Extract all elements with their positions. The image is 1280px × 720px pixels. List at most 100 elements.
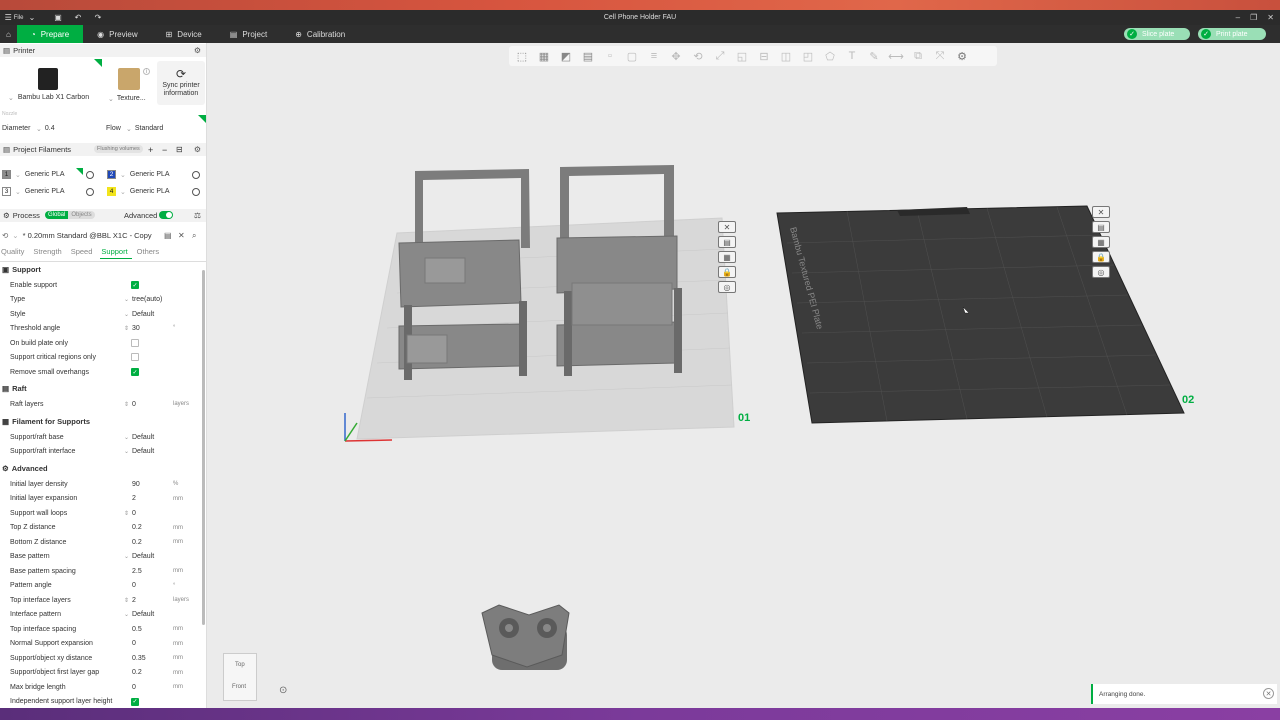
filament-item[interactable]: 4 ⌄ Generic PLA (107, 186, 170, 197)
plate-select[interactable]: ⌄ Texture... (108, 95, 146, 103)
chevron-down-icon[interactable]: ⌄ (26, 10, 38, 25)
holder-model-left[interactable] (398, 169, 530, 380)
tab-device[interactable]: ⊞ Device (152, 25, 216, 43)
3d-viewport[interactable]: ⬚ ▦ ◩ ▤ ▫ ▢ ≡ ✥ ⟲ ⤢ ◱ ⊟ ◫ ◰ ⬠ T ✎ ⟷ ⧉ ⤧ … (207, 43, 1280, 708)
slice-plate-button[interactable]: ✓ Slice plate (1124, 28, 1190, 40)
remove-small-overhangs-checkbox[interactable]: ✓ (131, 368, 139, 376)
orient-plate-icon[interactable]: ▦ (718, 251, 736, 263)
advanced-setting-input[interactable]: 0 (122, 508, 182, 519)
settings-panel: ▤ Printer ⚙ ⌄ Bambu Lab X1 Carbon i ⌄ Textur… (0, 43, 207, 708)
advanced-setting-input[interactable]: Default (122, 609, 182, 620)
filament-edit-icon[interactable] (86, 188, 94, 196)
advanced-toggle[interactable] (159, 211, 173, 219)
zoom-to-fit-icon[interactable]: ⊙ (279, 685, 287, 696)
maximize-icon[interactable]: ❐ (1250, 13, 1257, 22)
home-icon[interactable]: ⌂ (0, 25, 17, 43)
filaments-header: ▤ Project Filaments Flushing volumes + − … (0, 143, 206, 156)
chevron-down-icon: ⌄ (120, 171, 126, 179)
filament-edit-icon[interactable] (192, 188, 200, 196)
tab-quality[interactable]: Quality (0, 247, 28, 259)
file-menu[interactable]: ☰ File (2, 10, 26, 25)
chevron-down-icon: ⌄ (108, 96, 114, 103)
build-plate-only-checkbox[interactable] (131, 339, 139, 347)
undo-icon[interactable]: ↶ (68, 10, 88, 25)
desktop-top-strip (0, 0, 1280, 10)
plate-1-label[interactable]: 01 (738, 412, 750, 424)
advanced-setting-input[interactable]: Default (122, 551, 182, 562)
process-preset-select[interactable]: ⟲ ⌄ * 0.20mm Standard @BBL X1C - Copy (2, 231, 152, 240)
info-icon[interactable]: i (143, 68, 150, 75)
threshold-angle-row: Threshold angle ⇕ 30 ° (10, 322, 195, 334)
search-icon[interactable]: ⌕ (192, 231, 196, 241)
close-icon[interactable]: ✕ (1263, 688, 1274, 699)
filament-color-swatch: 3 (2, 187, 11, 196)
independent-support-checkbox[interactable]: ✓ (131, 697, 139, 706)
enable-support-checkbox[interactable]: ✓ (131, 281, 139, 289)
chevron-down-icon: ⌄ (126, 126, 132, 133)
save-icon[interactable]: ▣ (48, 10, 68, 25)
close-plate-icon[interactable]: ✕ (718, 221, 736, 233)
process-icon: ⚙ (3, 211, 10, 220)
orient-plate-icon[interactable]: ▦ (1092, 236, 1110, 248)
settings-scrollbar[interactable] (202, 270, 205, 625)
plate-image[interactable] (118, 68, 140, 90)
plate-2-label[interactable]: 02 (1182, 394, 1194, 406)
filament-item[interactable]: 1 ⌄ Generic PLA (2, 169, 65, 180)
remove-icon[interactable]: − (162, 145, 167, 155)
flow-select[interactable]: ⌄ Standard (126, 125, 163, 133)
tab-prepare[interactable]: ◔ Prepare (16, 25, 84, 43)
tab-project[interactable]: ▤ Project (216, 25, 281, 43)
tab-speed[interactable]: Speed (70, 247, 97, 259)
tab-others[interactable]: Others (136, 247, 164, 259)
printer-select[interactable]: ⌄ Bambu Lab X1 Carbon (8, 94, 89, 102)
lock-plate-icon[interactable]: 🔒 (718, 266, 736, 278)
plate-settings-icon[interactable]: ◎ (1092, 266, 1110, 278)
add-icon[interactable]: + (148, 145, 153, 155)
minimize-icon[interactable]: – (1236, 13, 1240, 22)
flushing-volumes-button[interactable]: Flushing volumes (94, 145, 143, 153)
gear-icon[interactable]: ⚙ (194, 46, 201, 55)
filament-item[interactable]: 3 ⌄ Generic PLA (2, 186, 65, 197)
tab-preview[interactable]: ◉ Preview (83, 25, 151, 43)
global-objects-toggle[interactable]: Global Objects (45, 211, 95, 219)
arrange-plate-icon[interactable]: ▤ (718, 236, 736, 248)
diameter-select[interactable]: ⌄ 0.4 (36, 125, 55, 133)
gear-icon[interactable]: ⚙ (194, 145, 201, 154)
chevron-down-icon: ⌄ (15, 171, 21, 179)
divider (0, 261, 206, 262)
printer-header: ▤ Printer ⚙ (0, 44, 206, 57)
printer-image[interactable] (38, 68, 58, 90)
view-cube[interactable]: Top Front (223, 653, 257, 701)
tab-strength[interactable]: Strength (32, 247, 65, 259)
support-type-select[interactable]: tree(auto) (122, 294, 182, 305)
close-icon[interactable]: ✕ (1267, 13, 1274, 22)
sync-printer-button[interactable]: ⟳ Sync printer information (157, 61, 205, 105)
owl-model[interactable] (481, 604, 570, 670)
filament-edit-icon[interactable] (86, 171, 94, 179)
support-style-row: Style ⌄ Default (10, 308, 195, 320)
lock-plate-icon[interactable]: 🔒 (1092, 251, 1110, 263)
check-icon: ✓ (1201, 29, 1211, 39)
holder-model-right[interactable] (556, 165, 682, 376)
tab-support[interactable]: Support (100, 247, 132, 259)
support-style-select[interactable]: Default (122, 309, 182, 320)
support-interface-select[interactable]: Default (122, 446, 182, 457)
support-base-select[interactable]: Default (122, 432, 182, 443)
tab-calibration[interactable]: ⊕ Calibration (281, 25, 359, 43)
plate-2[interactable] (776, 205, 1185, 424)
unit-label: mm (173, 669, 183, 676)
filament-item[interactable]: 2 ⌄ Generic PLA (107, 169, 170, 180)
arrange-plate-icon[interactable]: ▤ (1092, 221, 1110, 233)
close-plate-icon[interactable]: ✕ (1092, 206, 1110, 218)
plate-settings-icon[interactable]: ◎ (718, 281, 736, 293)
compare-icon[interactable]: ⚖ (194, 211, 201, 220)
redo-icon[interactable]: ↷ (88, 10, 108, 25)
close-icon[interactable]: ✕ (178, 231, 185, 240)
taskbar-strip (0, 708, 1280, 720)
print-plate-button[interactable]: ✓ Print plate (1198, 28, 1266, 40)
sync-ams-icon[interactable]: ⊟ (176, 145, 183, 154)
filament-edit-icon[interactable] (192, 171, 200, 179)
critical-regions-checkbox[interactable] (131, 353, 139, 361)
advanced-setting-row: Independent support layer height ✓ (10, 697, 139, 706)
save-preset-icon[interactable]: ▤ (164, 231, 172, 240)
